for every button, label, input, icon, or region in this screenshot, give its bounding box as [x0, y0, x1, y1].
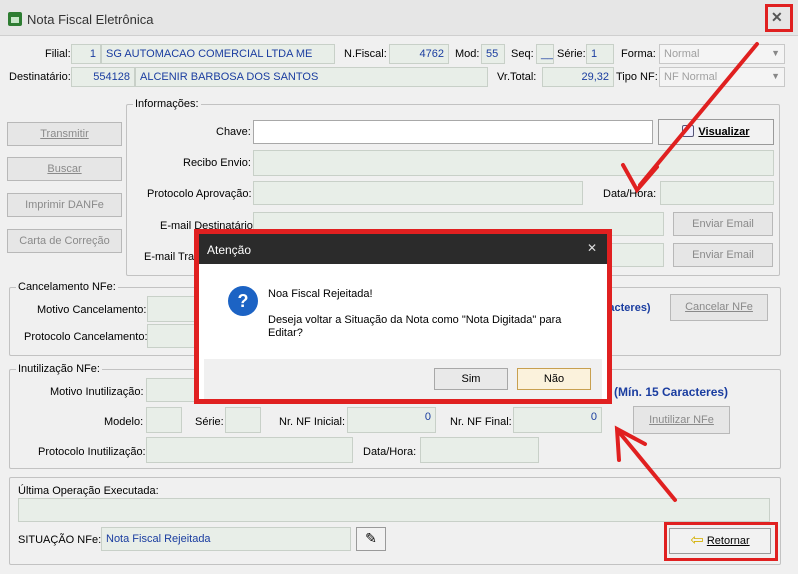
arrow-line-top — [638, 42, 759, 187]
dialog-title: Atenção — [207, 243, 252, 257]
dialog-body: ? Noa Fiscal Rejeitada! Deseja voltar a … — [204, 264, 602, 359]
dialog-message-title: Noa Fiscal Rejeitada! — [268, 288, 373, 300]
arrow-line-bottom — [617, 430, 677, 502]
dialog-titlebar — [199, 234, 607, 264]
dialog-message-line2: Editar? — [268, 327, 303, 339]
nao-button[interactable]: Não — [517, 368, 591, 390]
sim-button[interactable]: Sim — [434, 368, 508, 390]
dialog-footer: Sim Não — [204, 359, 602, 399]
question-icon: ? — [228, 286, 258, 316]
confirm-dialog: Atenção ✕ ? Noa Fiscal Rejeitada! Deseja… — [194, 229, 612, 404]
close-icon[interactable]: ✕ — [587, 241, 597, 255]
dialog-message-line1: Deseja voltar a Situação da Nota como "N… — [268, 314, 562, 326]
